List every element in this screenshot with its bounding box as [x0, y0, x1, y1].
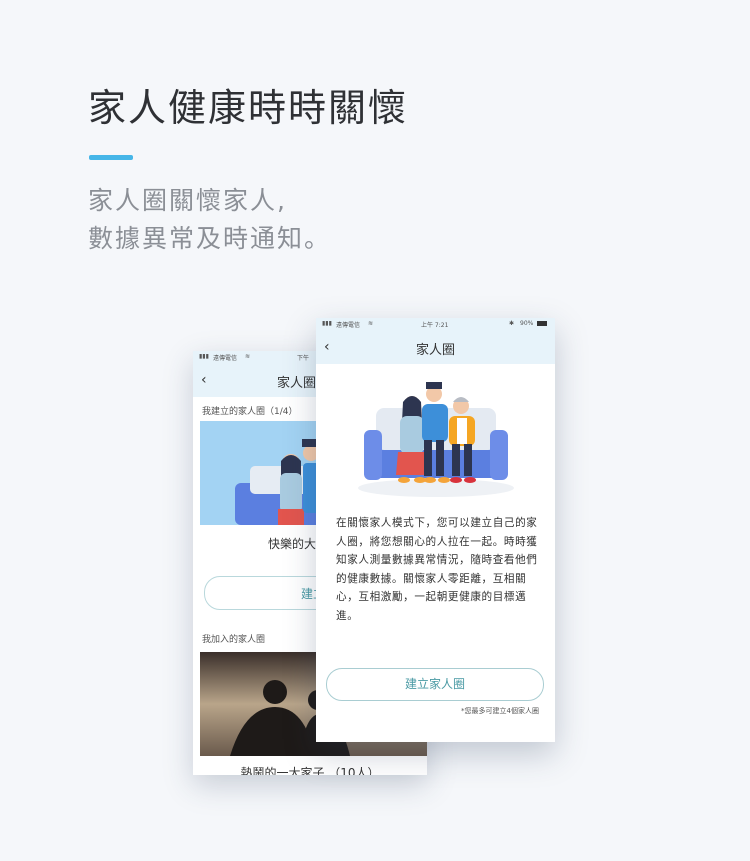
hero-title: 家人健康時時關懷 [88, 86, 409, 130]
status-time: 下午 [297, 355, 310, 362]
battery-icon [537, 321, 547, 326]
hero-subtitle-line2: 數據異常及時通知。 [88, 224, 332, 253]
family-circle-description: 在關懷家人模式下，您可以建立自己的家人圈，將您想關心的人拉在一起。時時獲知家人測… [336, 517, 538, 622]
status-bar: ▮▮▮ 遠傳電信 ≋ 上午 7:21 ✱ 90% [316, 318, 555, 330]
status-battery: 90% [520, 320, 534, 327]
create-circle-button[interactable]: 建立家人圈 [326, 668, 544, 701]
family-sofa-illustration [358, 382, 514, 497]
circle-limit-note: *您最多可建立4個家人圈 [461, 707, 539, 715]
joined-circles-label: 我加入的家人圈 [202, 635, 266, 645]
status-carrier: 遠傳電信 [213, 355, 238, 362]
hero-accent-bar [89, 155, 133, 160]
my-circles-label: 我建立的家人圈（1/4） [202, 407, 298, 417]
wifi-icon: ≋ [368, 320, 374, 327]
signal-icon: ▮▮▮ [199, 353, 209, 360]
phone-screen-front: ▮▮▮ 遠傳電信 ≋ 上午 7:21 ✱ 90% ‹ 家人圈 在關懷家人模式下，… [316, 318, 555, 742]
nav-title: 家人圈 [415, 343, 455, 358]
hero-subtitle-line1: 家人圈關懷家人, [88, 186, 287, 215]
wifi-icon: ≋ [245, 353, 251, 360]
status-time: 上午 7:21 [421, 322, 449, 329]
signal-icon: ▮▮▮ [322, 320, 332, 327]
back-arrow-icon[interactable]: ‹ [201, 372, 207, 388]
joined-circle-caption: 熱鬧的一大家子 （10人） [240, 766, 380, 775]
navbar: ‹ 家人圈 [316, 330, 555, 364]
bluetooth-icon: ✱ [509, 320, 515, 327]
nav-title: 家人圈 [277, 376, 317, 391]
status-carrier: 遠傳電信 [336, 322, 361, 329]
